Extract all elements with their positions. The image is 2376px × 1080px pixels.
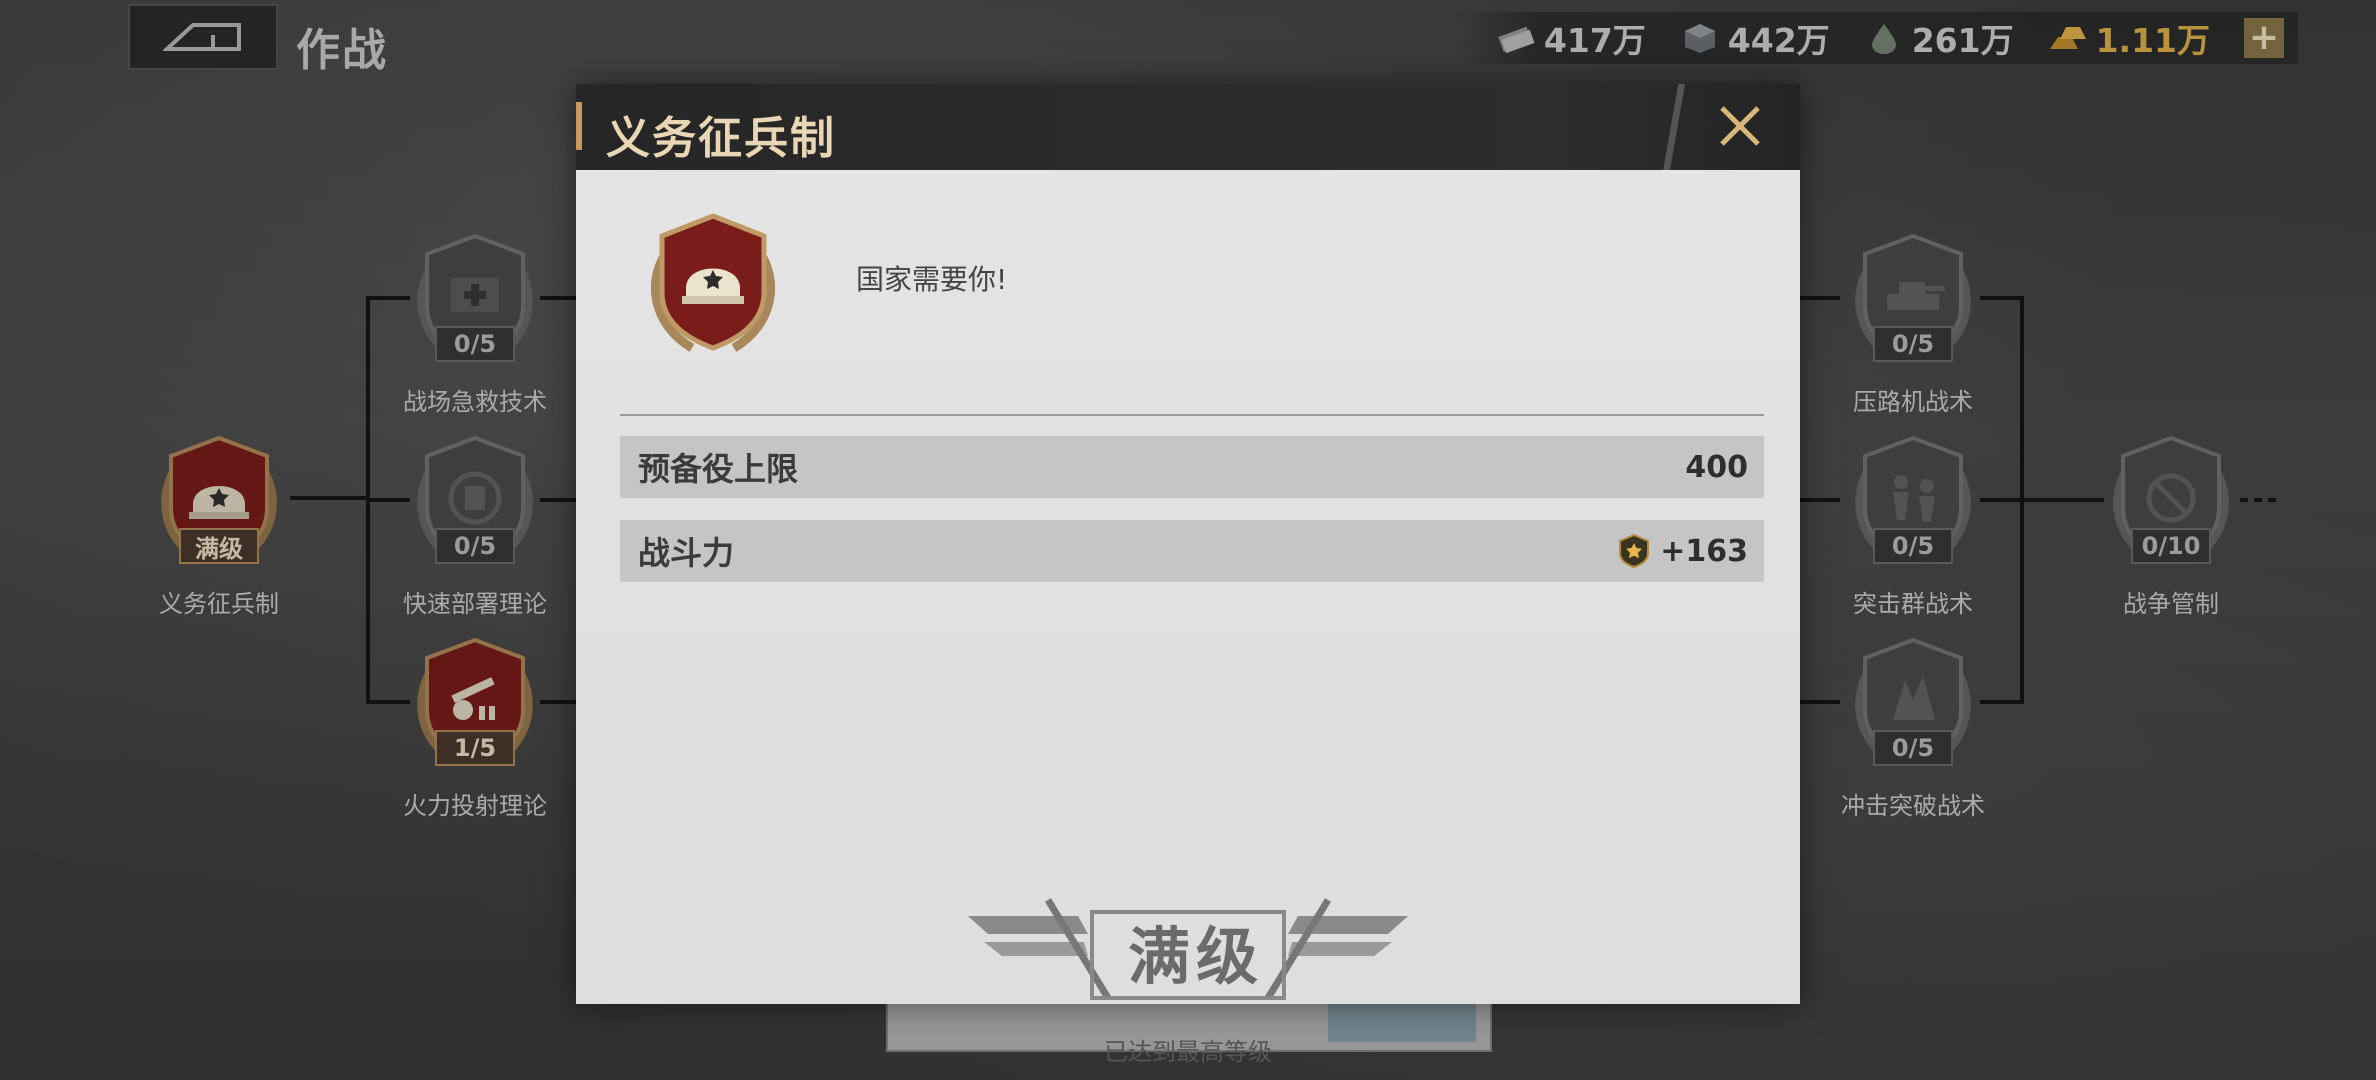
stat-label: 预备役上限 [638,450,799,488]
stat-value: +163 [1618,533,1748,569]
header-decoration [1660,84,1690,170]
modal-header: 义务征兵制 [576,84,1800,170]
tech-detail-modal: 义务征兵制 国家需要你! 预备役上限 400 战斗力 +163 满级 已达到最高… [576,84,1800,1066]
header-accent [576,102,582,150]
modal-title: 义务征兵制 [606,113,836,164]
stat-value: 400 [1685,449,1748,485]
helmet-icon [651,213,775,352]
close-button[interactable] [1710,96,1770,156]
tech-description: 国家需要你! [856,263,1008,296]
stat-label: 战斗力 [638,534,735,572]
close-icon [1720,106,1760,146]
max-level-subtitle: 已达到最高等级 [1104,1038,1272,1066]
stat-row-reserve-cap: 预备役上限 400 [620,436,1764,498]
divider [620,414,1764,416]
modal-body: 国家需要你! 预备役上限 400 战斗力 +163 满级 已达到最高等级 [576,170,1800,1066]
power-star-icon [1619,533,1650,569]
max-level-label: 满级 [1127,920,1264,993]
stat-row-combat-power: 战斗力 +163 [620,520,1764,582]
tech-badge [638,208,788,358]
